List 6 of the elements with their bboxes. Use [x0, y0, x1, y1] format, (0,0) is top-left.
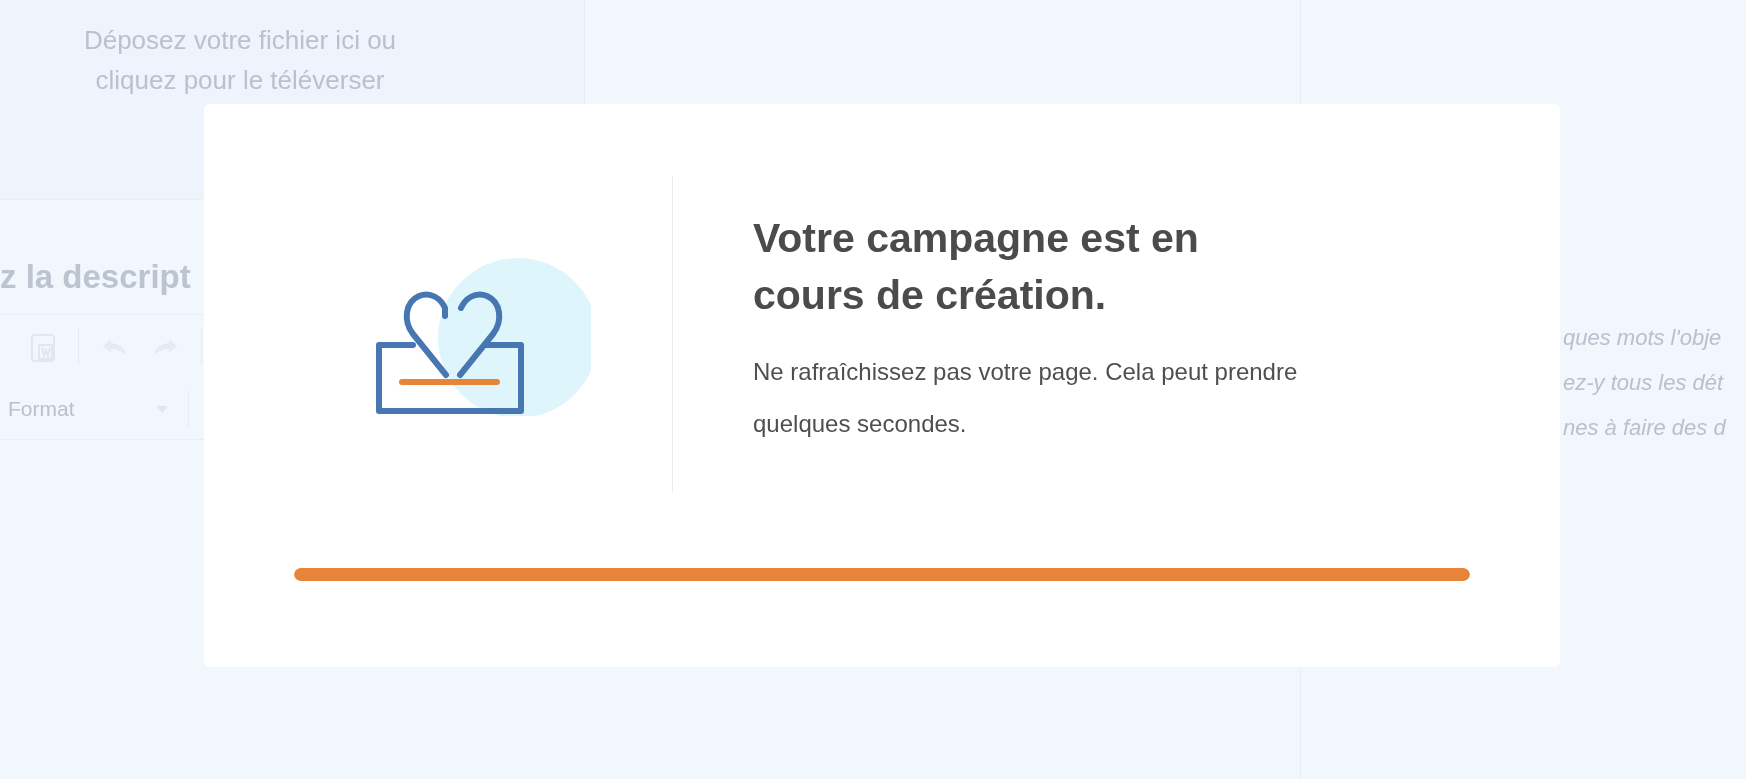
hint-line: ez-y tous les dét [1563, 369, 1725, 397]
dialog-message: Ne rafraîchissez pas votre page. Cela peut prendre quelques secondes. [753, 357, 1299, 439]
hint-line: nes à faire des d [1563, 414, 1728, 442]
format-select[interactable]: Format [8, 397, 188, 421]
dialog-title: Votre campagne est en cours de création. [753, 214, 1200, 320]
hint-line: ques mots l'obje [1563, 324, 1723, 352]
